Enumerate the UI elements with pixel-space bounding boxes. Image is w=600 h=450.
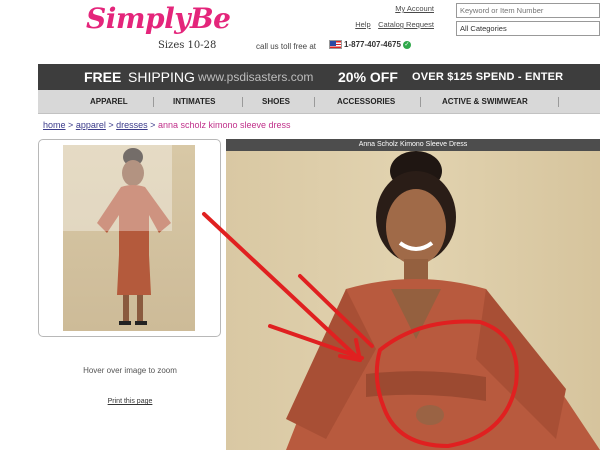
breadcrumb-separator: >	[108, 120, 114, 130]
help-link-label: Help	[355, 20, 371, 29]
nav-item-apparel[interactable]: APPAREL	[90, 97, 128, 106]
promo-free: FREE	[84, 69, 122, 85]
nav-item-accessories[interactable]: ACCESSORIES	[337, 97, 395, 106]
catalog-request-link[interactable]: Catalog Request	[378, 20, 434, 29]
us-flag-icon	[329, 40, 342, 49]
nav-item-active-swimwear[interactable]: ACTIVE & SWIMWEAR	[442, 97, 528, 106]
sizes-tagline: Sizes 10-28	[158, 40, 217, 51]
main-nav: APPAREL INTIMATES SHOES ACCESSORIES ACTI…	[38, 90, 600, 114]
breadcrumb-current: anna scholz kimono sleeve dress	[157, 120, 291, 130]
nav-item-shoes[interactable]: SHOES	[262, 97, 290, 106]
nav-item-intimates[interactable]: INTIMATES	[173, 97, 216, 106]
nav-divider	[558, 97, 559, 107]
category-select[interactable]: All Categories	[456, 21, 600, 36]
hover-zoom-hint: Hover over image to zoom	[83, 366, 177, 375]
search-input[interactable]	[456, 3, 600, 18]
phone-contact: 1-877-407-4675 ✓	[329, 40, 411, 49]
my-account-link[interactable]: My Account	[350, 4, 434, 14]
breadcrumb: home > apparel > dresses > anna scholz k…	[43, 120, 291, 130]
promo-spend: OVER $125 SPEND - ENTER	[412, 71, 564, 83]
breadcrumb-separator: >	[150, 120, 156, 130]
brand-logo[interactable]: SimplyBe	[86, 2, 231, 35]
check-icon: ✓	[402, 40, 411, 49]
nav-divider	[314, 97, 315, 107]
site-header: SimplyBe Sizes 10-28 My Account Help Cat…	[0, 0, 600, 64]
breadcrumb-home[interactable]: home	[43, 120, 66, 130]
breadcrumb-dresses[interactable]: dresses	[116, 120, 148, 130]
account-links: My Account Help Catalog Request	[350, 4, 434, 32]
promo-banner[interactable]: FREE SHIPPING www.psdisasters.com 20% OF…	[38, 64, 600, 90]
toll-free-label: call us toll free at	[256, 42, 317, 51]
nav-divider	[153, 97, 154, 107]
zoom-lens[interactable]	[63, 145, 172, 231]
phone-number: 1-877-407-4675	[344, 40, 401, 49]
print-page-link[interactable]: Print this page	[40, 398, 220, 405]
promo-discount: 20% OFF	[338, 69, 398, 85]
product-thumbnail-panel	[38, 139, 221, 337]
product-main-image[interactable]: Anna Scholz Kimono Sleeve Dress	[226, 139, 600, 450]
nav-divider	[242, 97, 243, 107]
promo-shipping: SHIPPING	[128, 69, 195, 85]
product-thumbnail[interactable]	[63, 145, 195, 331]
breadcrumb-apparel[interactable]: apparel	[76, 120, 106, 130]
main-model-figure	[286, 151, 600, 450]
breadcrumb-separator: >	[68, 120, 74, 130]
promo-site: www.psdisasters.com	[198, 70, 314, 84]
help-link[interactable]: Help	[355, 20, 370, 29]
nav-divider	[420, 97, 421, 107]
